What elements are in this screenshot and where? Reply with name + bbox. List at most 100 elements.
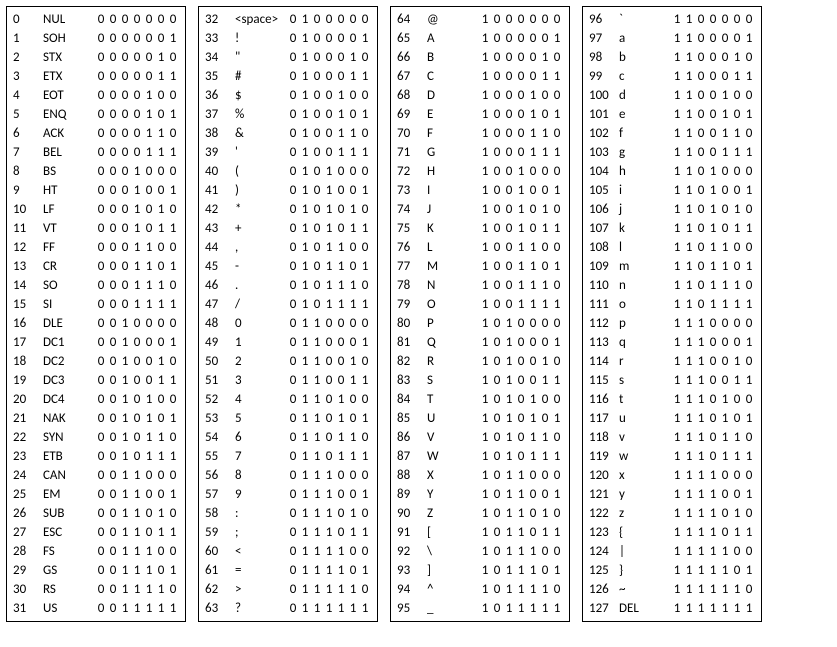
ascii-bits: 1100010 xyxy=(671,50,755,65)
ascii-bit: 0 xyxy=(491,145,503,160)
ascii-decimal: 65 xyxy=(397,31,427,46)
ascii-bit: 1 xyxy=(731,145,743,160)
ascii-decimal: 62 xyxy=(205,582,235,597)
ascii-bit: 1 xyxy=(527,544,539,559)
ascii-bit: 1 xyxy=(515,202,527,217)
ascii-bits: 0010001 xyxy=(95,335,179,350)
ascii-bit: 0 xyxy=(311,240,323,255)
ascii-bit: 0 xyxy=(311,259,323,274)
ascii-bit: 0 xyxy=(743,468,755,483)
ascii-bit: 0 xyxy=(323,69,335,84)
ascii-bit: 0 xyxy=(167,202,179,217)
ascii-bit: 0 xyxy=(107,582,119,597)
ascii-bit: 1 xyxy=(503,335,515,350)
ascii-bit: 0 xyxy=(95,468,107,483)
ascii-bit: 1 xyxy=(131,259,143,274)
ascii-bit: 0 xyxy=(503,259,515,274)
ascii-char: h xyxy=(619,164,671,179)
ascii-char: DC3 xyxy=(43,373,95,388)
ascii-bit: 1 xyxy=(719,582,731,597)
ascii-decimal: 61 xyxy=(205,563,235,578)
ascii-bit: 0 xyxy=(551,88,563,103)
ascii-bit: 0 xyxy=(491,164,503,179)
ascii-bit: 1 xyxy=(527,411,539,426)
ascii-bits: 1000010 xyxy=(479,50,563,65)
ascii-bit: 1 xyxy=(539,449,551,464)
ascii-bit: 1 xyxy=(539,430,551,445)
ascii-bit: 1 xyxy=(671,50,683,65)
ascii-bit: 1 xyxy=(515,240,527,255)
ascii-bit: 0 xyxy=(347,31,359,46)
ascii-bits: 1010100 xyxy=(479,392,563,407)
ascii-bits: 1001010 xyxy=(479,202,563,217)
ascii-char: _ xyxy=(427,601,479,616)
ascii-bit: 0 xyxy=(131,107,143,122)
ascii-row: 5790111001 xyxy=(205,485,371,504)
ascii-char: * xyxy=(235,202,287,217)
ascii-decimal: 26 xyxy=(13,506,43,521)
ascii-char: 4 xyxy=(235,392,287,407)
ascii-char: q xyxy=(619,335,671,350)
ascii-bit: 0 xyxy=(347,563,359,578)
ascii-char: SUB xyxy=(43,506,95,521)
ascii-bit: 0 xyxy=(731,316,743,331)
ascii-char: ) xyxy=(235,183,287,198)
ascii-row: 105i1101001 xyxy=(589,181,755,200)
ascii-bit: 1 xyxy=(359,335,371,350)
ascii-bit: 1 xyxy=(731,582,743,597)
ascii-bit: 1 xyxy=(479,392,491,407)
ascii-char: BS xyxy=(43,164,95,179)
ascii-bit: 1 xyxy=(119,316,131,331)
ascii-bit: 1 xyxy=(359,373,371,388)
ascii-bit: 1 xyxy=(683,335,695,350)
ascii-bits: 0101001 xyxy=(287,183,371,198)
ascii-bits: 1010011 xyxy=(479,373,563,388)
ascii-bit: 0 xyxy=(131,449,143,464)
ascii-bit: 1 xyxy=(323,202,335,217)
ascii-char: - xyxy=(235,259,287,274)
ascii-bit: 1 xyxy=(143,392,155,407)
ascii-bit: 1 xyxy=(527,126,539,141)
ascii-char: G xyxy=(427,145,479,160)
ascii-decimal: 101 xyxy=(589,107,619,122)
ascii-bit: 1 xyxy=(503,468,515,483)
ascii-bit: 0 xyxy=(503,126,515,141)
ascii-bits: 0001010 xyxy=(95,202,179,217)
ascii-bit: 0 xyxy=(551,468,563,483)
ascii-row: 29GS0011101 xyxy=(13,561,179,580)
ascii-bit: 0 xyxy=(347,411,359,426)
ascii-bit: 0 xyxy=(515,430,527,445)
ascii-bit: 0 xyxy=(311,164,323,179)
ascii-bit: 1 xyxy=(707,202,719,217)
ascii-bits: 0011001 xyxy=(95,487,179,502)
ascii-bit: 0 xyxy=(719,354,731,369)
ascii-bit: 1 xyxy=(683,373,695,388)
ascii-char: E xyxy=(427,107,479,122)
ascii-bit: 0 xyxy=(155,259,167,274)
ascii-bits: 0110001 xyxy=(287,335,371,350)
ascii-char: T xyxy=(427,392,479,407)
ascii-bit: 0 xyxy=(155,107,167,122)
ascii-column-2: 64@100000065A100000166B100001067C1000011… xyxy=(390,6,570,622)
ascii-row: 126~1111110 xyxy=(589,580,755,599)
ascii-bit: 1 xyxy=(539,278,551,293)
ascii-bit: 1 xyxy=(311,354,323,369)
ascii-row: 9HT0001001 xyxy=(13,181,179,200)
ascii-bit: 0 xyxy=(107,373,119,388)
ascii-bits: 0101100 xyxy=(287,240,371,255)
ascii-row: 23ETB0010111 xyxy=(13,447,179,466)
ascii-bit: 0 xyxy=(167,392,179,407)
ascii-bit: 0 xyxy=(491,563,503,578)
ascii-decimal: 127 xyxy=(589,601,619,616)
ascii-bit: 0 xyxy=(731,468,743,483)
ascii-char: > xyxy=(235,582,287,597)
ascii-bit: 0 xyxy=(695,240,707,255)
ascii-char: 0 xyxy=(235,316,287,331)
ascii-char: l xyxy=(619,240,671,255)
ascii-bit: 0 xyxy=(551,316,563,331)
ascii-row: 6ACK0000110 xyxy=(13,124,179,143)
ascii-bit: 0 xyxy=(155,487,167,502)
ascii-bit: 1 xyxy=(719,240,731,255)
ascii-row: 30RS0011110 xyxy=(13,580,179,599)
ascii-bit: 1 xyxy=(683,544,695,559)
